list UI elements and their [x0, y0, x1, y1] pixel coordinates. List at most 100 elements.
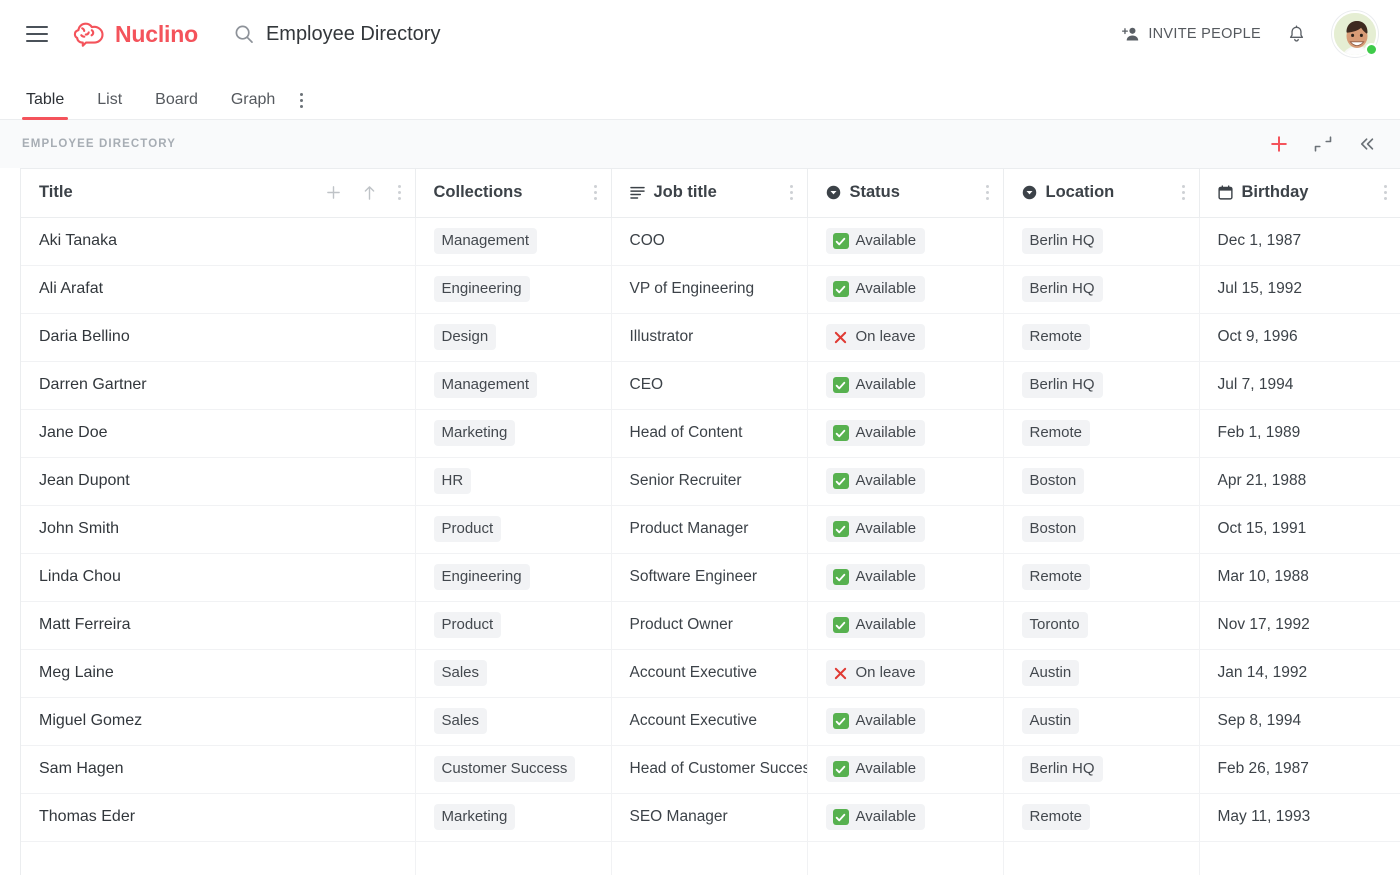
table-row[interactable]: Daria BellinoDesignIllustratorOn leaveRe… [21, 313, 1400, 361]
cell-status[interactable]: Available [807, 361, 1003, 409]
sidebar-toggle-button[interactable] [1356, 133, 1378, 155]
sort-ascending-button[interactable] [362, 185, 377, 201]
cell-status[interactable]: Available [807, 457, 1003, 505]
cell-status[interactable]: On leave [807, 649, 1003, 697]
table-row[interactable]: Linda ChouEngineeringSoftware EngineerAv… [21, 553, 1400, 601]
cell-title[interactable]: Daria Bellino [21, 313, 415, 361]
column-menu-button[interactable] [1384, 185, 1387, 200]
cell-job-title[interactable]: Senior Recruiter [611, 457, 807, 505]
table-row[interactable]: Miguel GomezSalesAccount ExecutiveAvaila… [21, 697, 1400, 745]
column-header-job-title[interactable]: Job title [611, 169, 807, 217]
cell-empty[interactable] [415, 841, 611, 875]
cell-status[interactable]: Available [807, 601, 1003, 649]
column-menu-button[interactable] [986, 185, 989, 200]
cell-status[interactable]: Available [807, 505, 1003, 553]
cell-birthday[interactable]: Apr 21, 1988 [1199, 457, 1400, 505]
cell-collections[interactable]: Product [415, 601, 611, 649]
cell-birthday[interactable]: Feb 26, 1987 [1199, 745, 1400, 793]
cell-collections[interactable]: Sales [415, 649, 611, 697]
brand-logo-link[interactable]: Nuclino [72, 20, 198, 48]
cell-job-title[interactable]: Head of Content [611, 409, 807, 457]
add-column-button[interactable] [326, 185, 341, 200]
cell-status[interactable]: Available [807, 793, 1003, 841]
table-row[interactable]: Ali ArafatEngineeringVP of EngineeringAv… [21, 265, 1400, 313]
cell-collections[interactable]: Management [415, 361, 611, 409]
column-header-status[interactable]: Status [807, 169, 1003, 217]
cell-location[interactable]: Berlin HQ [1003, 265, 1199, 313]
cell-status[interactable]: Available [807, 265, 1003, 313]
cell-birthday[interactable]: Feb 1, 1989 [1199, 409, 1400, 457]
cell-empty[interactable] [611, 841, 807, 875]
add-item-button[interactable] [1268, 133, 1290, 155]
cell-location[interactable]: Berlin HQ [1003, 361, 1199, 409]
cell-title[interactable]: Ali Arafat [21, 265, 415, 313]
column-menu-button[interactable] [594, 185, 597, 200]
cell-location[interactable]: Austin [1003, 649, 1199, 697]
cell-location[interactable]: Boston [1003, 505, 1199, 553]
cell-status[interactable]: Available [807, 553, 1003, 601]
cell-collections[interactable]: HR [415, 457, 611, 505]
cell-title[interactable]: Sam Hagen [21, 745, 415, 793]
cell-job-title[interactable]: Product Manager [611, 505, 807, 553]
cell-job-title[interactable]: Head of Customer Success [611, 745, 807, 793]
tab-graph[interactable]: Graph [231, 92, 275, 119]
cell-empty[interactable] [1199, 841, 1400, 875]
cell-birthday[interactable]: Oct 15, 1991 [1199, 505, 1400, 553]
cell-location[interactable]: Remote [1003, 553, 1199, 601]
cell-birthday[interactable]: Jul 7, 1994 [1199, 361, 1400, 409]
cell-birthday[interactable]: Jan 14, 1992 [1199, 649, 1400, 697]
table-empty-row[interactable] [21, 841, 1400, 875]
column-menu-button[interactable] [1182, 185, 1185, 200]
cell-title[interactable]: Aki Tanaka [21, 217, 415, 265]
cell-location[interactable]: Berlin HQ [1003, 745, 1199, 793]
cell-collections[interactable]: Design [415, 313, 611, 361]
cell-collections[interactable]: Sales [415, 697, 611, 745]
cell-location[interactable]: Toronto [1003, 601, 1199, 649]
table-row[interactable]: Jean DupontHRSenior RecruiterAvailableBo… [21, 457, 1400, 505]
cell-title[interactable]: Matt Ferreira [21, 601, 415, 649]
cell-job-title[interactable]: Account Executive [611, 697, 807, 745]
cell-job-title[interactable]: VP of Engineering [611, 265, 807, 313]
cell-title[interactable]: John Smith [21, 505, 415, 553]
cell-collections[interactable]: Engineering [415, 265, 611, 313]
table-row[interactable]: Thomas EderMarketingSEO ManagerAvailable… [21, 793, 1400, 841]
cell-job-title[interactable]: SEO Manager [611, 793, 807, 841]
cell-collections[interactable]: Customer Success [415, 745, 611, 793]
cell-title[interactable]: Darren Gartner [21, 361, 415, 409]
cell-empty[interactable] [21, 841, 415, 875]
cell-birthday[interactable]: Nov 17, 1992 [1199, 601, 1400, 649]
cell-empty[interactable] [1003, 841, 1199, 875]
table-row[interactable]: Jane DoeMarketingHead of ContentAvailabl… [21, 409, 1400, 457]
column-menu-button[interactable] [790, 185, 793, 200]
cell-location[interactable]: Remote [1003, 409, 1199, 457]
table-row[interactable]: Sam HagenCustomer SuccessHead of Custome… [21, 745, 1400, 793]
search-box[interactable] [234, 23, 1112, 46]
table-row[interactable]: John SmithProductProduct ManagerAvailabl… [21, 505, 1400, 553]
cell-location[interactable]: Remote [1003, 313, 1199, 361]
cell-title[interactable]: Jane Doe [21, 409, 415, 457]
tabs-more-button[interactable] [300, 93, 303, 119]
cell-status[interactable]: On leave [807, 313, 1003, 361]
cell-collections[interactable]: Engineering [415, 553, 611, 601]
cell-job-title[interactable]: Account Executive [611, 649, 807, 697]
table-row[interactable]: Matt FerreiraProductProduct OwnerAvailab… [21, 601, 1400, 649]
cell-status[interactable]: Available [807, 409, 1003, 457]
cell-location[interactable]: Boston [1003, 457, 1199, 505]
cell-job-title[interactable]: Product Owner [611, 601, 807, 649]
cell-job-title[interactable]: CEO [611, 361, 807, 409]
cell-title[interactable]: Thomas Eder [21, 793, 415, 841]
invite-people-button[interactable]: INVITE PEOPLE [1112, 19, 1271, 49]
cell-location[interactable]: Remote [1003, 793, 1199, 841]
cell-status[interactable]: Available [807, 217, 1003, 265]
column-header-title[interactable]: Title [21, 169, 415, 217]
cell-collections[interactable]: Marketing [415, 793, 611, 841]
cell-empty[interactable] [807, 841, 1003, 875]
cell-title[interactable]: Miguel Gomez [21, 697, 415, 745]
cell-birthday[interactable]: Dec 1, 1987 [1199, 217, 1400, 265]
cell-status[interactable]: Available [807, 745, 1003, 793]
cell-job-title[interactable]: COO [611, 217, 807, 265]
cell-status[interactable]: Available [807, 697, 1003, 745]
cell-location[interactable]: Berlin HQ [1003, 217, 1199, 265]
cell-job-title[interactable]: Illustrator [611, 313, 807, 361]
user-avatar-button[interactable] [1332, 11, 1378, 57]
